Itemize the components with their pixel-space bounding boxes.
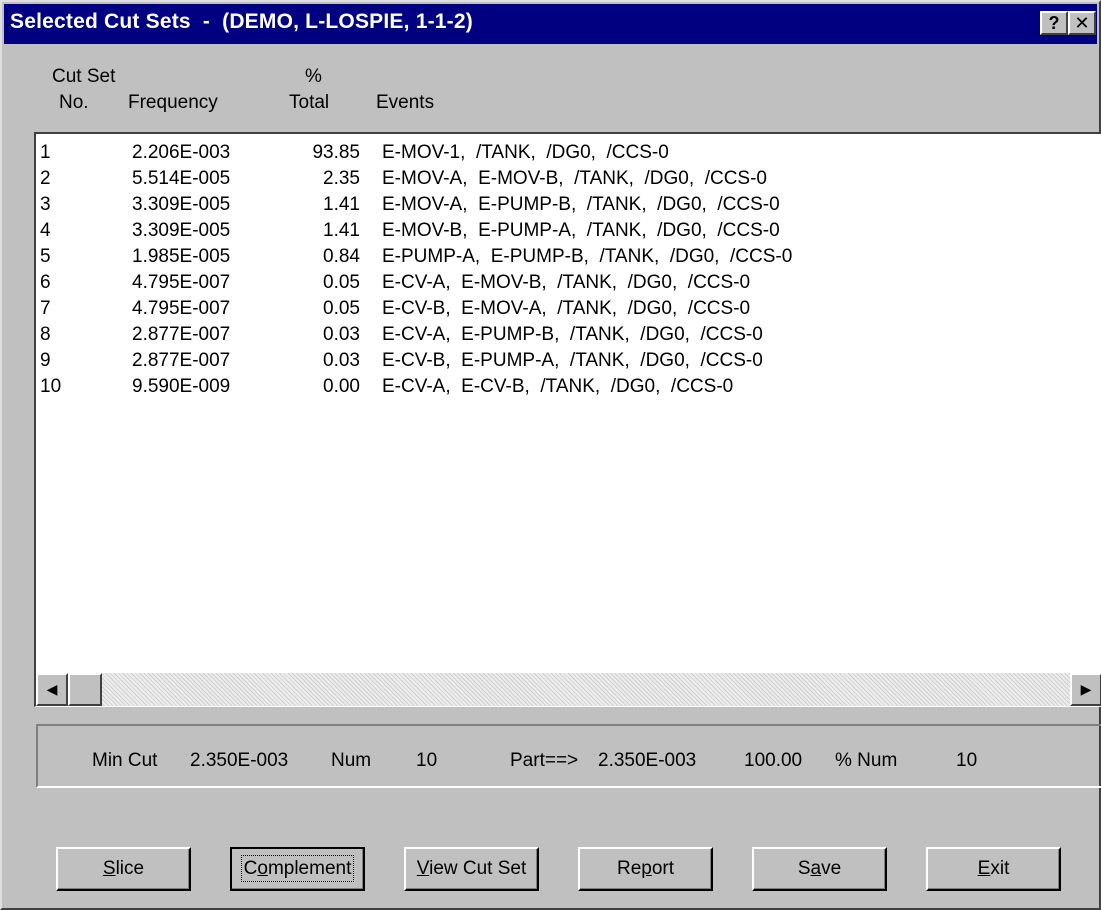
cutset-frequency: 1.985E-005 (132, 246, 231, 267)
cutset-number: 7 (40, 298, 51, 319)
cutset-events: E-MOV-A, E-PUMP-B, /TANK, /DG0, /CCS-0 (382, 194, 780, 215)
arrow-left-icon: ◀ (46, 681, 58, 697)
cutset-frequency: 9.590E-009 (132, 376, 231, 397)
cutset-frequency: 2.877E-007 (132, 324, 231, 345)
cutset-events: E-CV-A, E-PUMP-B, /TANK, /DG0, /CCS-0 (382, 324, 763, 345)
cutset-number: 9 (40, 350, 51, 371)
list-item[interactable]: 3 3.309E-005 1.41 E-MOV-A, E-PUMP-B, /TANK,… (36, 192, 1101, 218)
cutset-frequency: 2.206E-003 (132, 142, 231, 163)
list-item[interactable]: 10 9.590E-009 0.00 E-CV-A, E-CV-B, /TANK, /… (36, 374, 1101, 400)
percent-value: 100.00 (744, 750, 803, 771)
list-item[interactable]: 5 1.985E-005 0.84 E-PUMP-A, E-PUMP-B, /TANK… (36, 244, 1101, 270)
cutset-number: 10 (40, 376, 62, 397)
arrow-right-icon: ▶ (1080, 681, 1092, 697)
slice-button-label: Slice (102, 858, 145, 879)
exit-button-label: Exit (977, 858, 1010, 879)
cutset-frequency: 4.795E-007 (132, 298, 231, 319)
cutset-percent: 1.41 (323, 220, 360, 241)
min-cut-label: Min Cut (92, 750, 158, 771)
cutset-number: 5 (40, 246, 51, 267)
list-item[interactable]: 2 5.514E-005 2.35 E-MOV-A, E-MOV-B, /TANK, … (36, 166, 1101, 192)
cutset-frequency: 2.877E-007 (132, 350, 231, 371)
cutset-number: 3 (40, 194, 51, 215)
header-cutset-line1: Cut Set (52, 66, 116, 87)
num-value: 10 (416, 750, 438, 771)
cutset-events: E-CV-A, E-CV-B, /TANK, /DG0, /CCS-0 (382, 376, 734, 397)
cut-sets-rows: 1 2.206E-003 93.85 E-MOV-1, /TANK, /DG0, /C… (36, 140, 1101, 400)
help-button[interactable]: ? (1040, 11, 1068, 35)
cutset-percent: 0.03 (323, 350, 360, 371)
part-value: 2.350E-003 (598, 750, 697, 771)
cutset-events: E-CV-B, E-MOV-A, /TANK, /DG0, /CCS-0 (382, 298, 751, 319)
header-events: Events (376, 92, 435, 113)
scroll-left-button[interactable]: ◀ (36, 673, 68, 706)
cutset-events: E-MOV-A, E-MOV-B, /TANK, /DG0, /CCS-0 (382, 168, 767, 189)
cutset-percent: 0.05 (323, 272, 360, 293)
slice-button[interactable]: Slice (56, 847, 191, 891)
cutset-events: E-CV-B, E-PUMP-A, /TANK, /DG0, /CCS-0 (382, 350, 763, 371)
header-cutset-line2: No. (59, 92, 89, 113)
min-cut-value: 2.350E-003 (190, 750, 289, 771)
view-cut-set-button[interactable]: View Cut Set (404, 847, 539, 891)
cutset-frequency: 4.795E-007 (132, 272, 231, 293)
header-percent-line2: Total (289, 92, 330, 113)
cutset-percent: 93.85 (312, 142, 360, 163)
list-item[interactable]: 6 4.795E-007 0.05 E-CV-A, E-MOV-B, /TANK, /… (36, 270, 1101, 296)
view-cut-set-button-label: View Cut Set (416, 858, 527, 879)
list-item[interactable]: 7 4.795E-007 0.05 E-CV-B, E-MOV-A, /TANK, /… (36, 296, 1101, 322)
cutset-events: E-CV-A, E-MOV-B, /TANK, /DG0, /CCS-0 (382, 272, 751, 293)
summary-panel: Min Cut 2.350E-003 Num 10 Part==> 2.350E… (36, 724, 1101, 788)
title-bar[interactable]: Selected Cut Sets - (DEMO, L-LOSPIE, 1-1… (4, 4, 1097, 44)
cutset-percent: 0.00 (323, 376, 360, 397)
percent-num-value: 10 (956, 750, 978, 771)
cutset-percent: 0.03 (323, 324, 360, 345)
list-item[interactable]: 1 2.206E-003 93.85 E-MOV-1, /TANK, /DG0, /C… (36, 140, 1101, 166)
cutset-percent: 1.41 (323, 194, 360, 215)
cutset-percent: 2.35 (323, 168, 360, 189)
percent-num-label: % Num (835, 750, 898, 771)
save-button[interactable]: Save (752, 847, 887, 891)
cutset-frequency: 5.514E-005 (132, 168, 231, 189)
cutset-frequency: 3.309E-005 (132, 194, 231, 215)
cutset-frequency: 3.309E-005 (132, 220, 231, 241)
list-item[interactable]: 9 2.877E-007 0.03 E-CV-B, E-PUMP-A, /TANK, … (36, 348, 1101, 374)
header-frequency: Frequency (128, 92, 218, 113)
cutset-number: 2 (40, 168, 51, 189)
cut-sets-list[interactable]: 1 2.206E-003 93.85 E-MOV-1, /TANK, /DG0, /C… (34, 132, 1101, 707)
cutset-events: E-MOV-1, /TANK, /DG0, /CCS-0 (382, 142, 669, 163)
close-button[interactable]: ✕ (1068, 11, 1096, 35)
num-label: Num (331, 750, 372, 771)
header-percent-line1: % (305, 66, 322, 87)
list-item[interactable]: 8 2.877E-007 0.03 E-CV-A, E-PUMP-B, /TANK, … (36, 322, 1101, 348)
cutset-events: E-MOV-B, E-PUMP-A, /TANK, /DG0, /CCS-0 (382, 220, 780, 241)
save-button-label: Save (797, 858, 842, 879)
report-button[interactable]: Report (578, 847, 713, 891)
cut-sets-dialog: Selected Cut Sets - (DEMO, L-LOSPIE, 1-1… (0, 0, 1101, 910)
window-title: Selected Cut Sets - (DEMO, L-LOSPIE, 1-1… (10, 10, 473, 33)
scroll-thumb[interactable] (68, 673, 102, 706)
question-mark-icon: ? (1048, 13, 1060, 33)
part-label: Part==> (510, 750, 579, 771)
horizontal-scrollbar[interactable]: ◀ ▶ (36, 673, 1101, 706)
report-button-label: Report (616, 858, 675, 879)
cutset-percent: 0.05 (323, 298, 360, 319)
complement-button-label: Complement (240, 855, 355, 882)
scroll-right-button[interactable]: ▶ (1070, 673, 1101, 706)
cutset-events: E-PUMP-A, E-PUMP-B, /TANK, /DG0, /CCS-0 (382, 246, 793, 267)
complement-button[interactable]: Complement (230, 847, 365, 891)
cutset-number: 1 (40, 142, 51, 163)
cutset-number: 6 (40, 272, 51, 293)
cutset-percent: 0.84 (323, 246, 360, 267)
cutset-number: 4 (40, 220, 51, 241)
close-icon: ✕ (1074, 13, 1090, 33)
exit-button[interactable]: Exit (926, 847, 1061, 891)
cutset-number: 8 (40, 324, 51, 345)
list-item[interactable]: 4 3.309E-005 1.41 E-MOV-B, E-PUMP-A, /TANK,… (36, 218, 1101, 244)
